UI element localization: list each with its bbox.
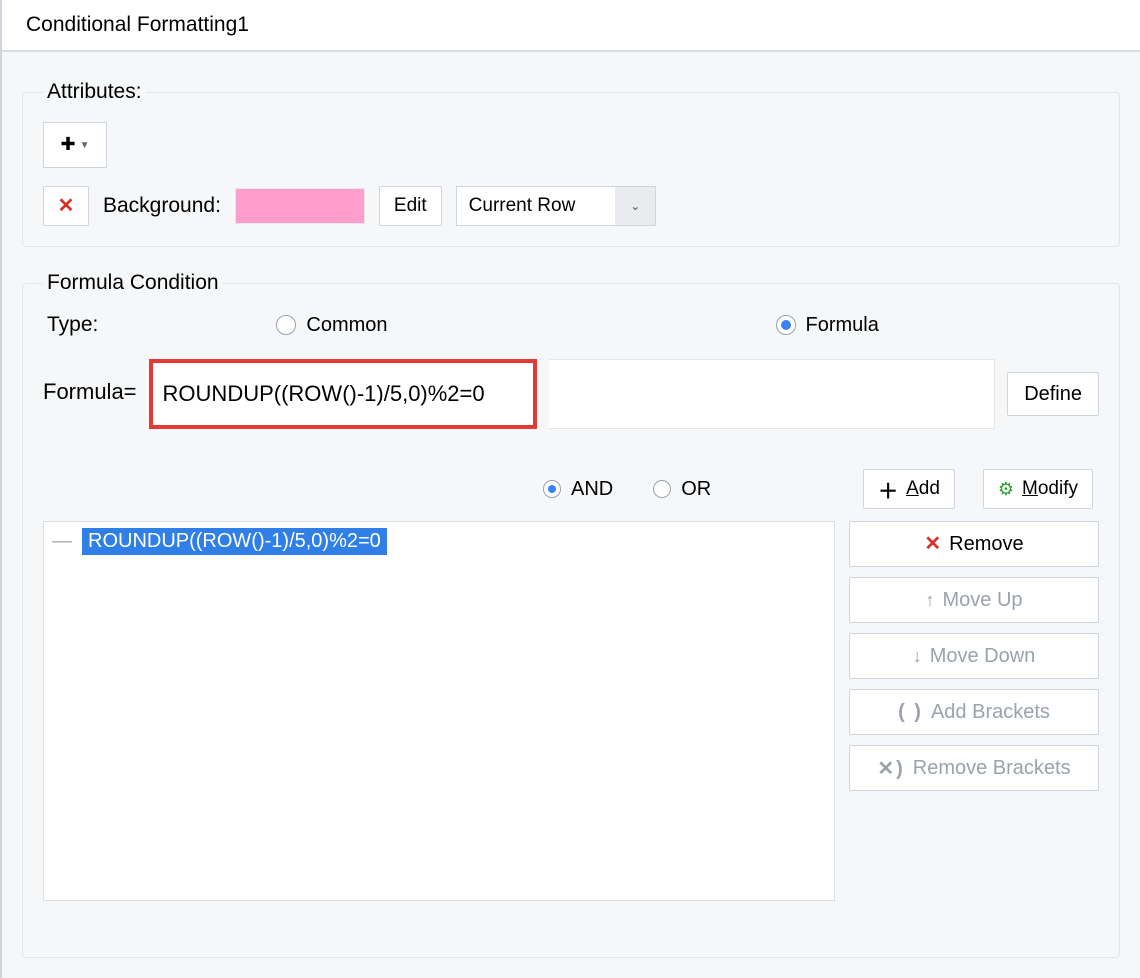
- move-down-button[interactable]: ↓ Move Down: [849, 633, 1099, 679]
- type-radio-common[interactable]: Common: [276, 314, 387, 337]
- radio-icon: [543, 480, 561, 498]
- x-icon: ✕: [924, 534, 941, 554]
- background-label: Background:: [103, 194, 221, 218]
- plus-icon: ＋: [878, 475, 898, 504]
- modify-label: Modify: [1022, 478, 1078, 500]
- define-button[interactable]: Define: [1007, 372, 1099, 416]
- add-brackets-label: Add Brackets: [931, 701, 1050, 724]
- move-up-label: Move Up: [942, 589, 1022, 612]
- arrow-down-icon: ↓: [913, 646, 922, 667]
- radio-icon: [776, 315, 796, 335]
- logic-radio-and[interactable]: AND: [543, 478, 613, 501]
- remove-brackets-button[interactable]: ✕) Remove Brackets: [849, 745, 1099, 791]
- formula-condition-legend: Formula Condition: [43, 271, 223, 295]
- remove-attribute-button[interactable]: ✕: [43, 186, 89, 226]
- tree-dash-icon: —: [52, 530, 72, 553]
- add-label: Add: [906, 478, 940, 500]
- modify-condition-button[interactable]: ⚙ Modify: [983, 469, 1093, 509]
- logic-or-label: OR: [681, 478, 711, 501]
- remove-button[interactable]: ✕ Remove: [849, 521, 1099, 567]
- remove-brackets-icon: ✕): [877, 756, 904, 781]
- dialog-title: Conditional Formatting1: [26, 13, 249, 37]
- radio-icon: [276, 315, 296, 335]
- formula-condition-fieldset: Formula Condition Type: Common Formula F…: [22, 271, 1120, 958]
- gear-icon: ⚙: [998, 479, 1014, 500]
- list-item-text: ROUNDUP((ROW()-1)/5,0)%2=0: [82, 528, 387, 555]
- chevron-down-icon: ⌄: [615, 187, 655, 225]
- dropdown-caret-icon: ▼: [80, 140, 90, 151]
- type-radio-formula[interactable]: Formula: [776, 314, 879, 337]
- attributes-fieldset: Attributes: ▼ ✕ Background: Edit Current…: [22, 80, 1120, 247]
- formula-list[interactable]: — ROUNDUP((ROW()-1)/5,0)%2=0: [43, 521, 835, 901]
- define-label: Define: [1024, 383, 1082, 406]
- attributes-legend: Attributes:: [43, 80, 146, 104]
- add-condition-button[interactable]: ＋ Add: [863, 469, 955, 509]
- logic-radio-or[interactable]: OR: [653, 478, 711, 501]
- scope-select[interactable]: Current Row ⌄: [456, 186, 657, 226]
- formula-value-text: ROUNDUP((ROW()-1)/5,0)%2=0: [163, 381, 485, 407]
- edit-color-button[interactable]: Edit: [379, 186, 442, 226]
- add-attribute-button[interactable]: ▼: [43, 122, 107, 168]
- formula-equals-label: Formula=: [43, 359, 137, 405]
- formula-highlight-box: ROUNDUP((ROW()-1)/5,0)%2=0: [149, 359, 537, 429]
- scope-selected-value: Current Row: [469, 195, 616, 217]
- background-color-swatch[interactable]: [235, 188, 365, 224]
- add-brackets-button[interactable]: ( ) Add Brackets: [849, 689, 1099, 735]
- brackets-icon: ( ): [898, 701, 923, 724]
- formula-input[interactable]: ROUNDUP((ROW()-1)/5,0)%2=0: [153, 363, 533, 425]
- radio-icon: [653, 480, 671, 498]
- logic-and-label: AND: [571, 478, 613, 501]
- type-common-label: Common: [306, 314, 387, 337]
- list-item[interactable]: — ROUNDUP((ROW()-1)/5,0)%2=0: [52, 528, 826, 555]
- edit-label: Edit: [394, 195, 427, 217]
- move-up-button[interactable]: ↑ Move Up: [849, 577, 1099, 623]
- remove-brackets-label: Remove Brackets: [913, 757, 1071, 780]
- arrow-up-icon: ↑: [925, 590, 934, 611]
- type-formula-label: Formula: [806, 314, 879, 337]
- plus-icon: [61, 134, 76, 156]
- move-down-label: Move Down: [930, 645, 1036, 668]
- formula-input-extension[interactable]: [549, 359, 996, 429]
- x-icon: ✕: [58, 196, 75, 216]
- remove-label: Remove: [949, 533, 1023, 556]
- type-label: Type:: [47, 313, 98, 337]
